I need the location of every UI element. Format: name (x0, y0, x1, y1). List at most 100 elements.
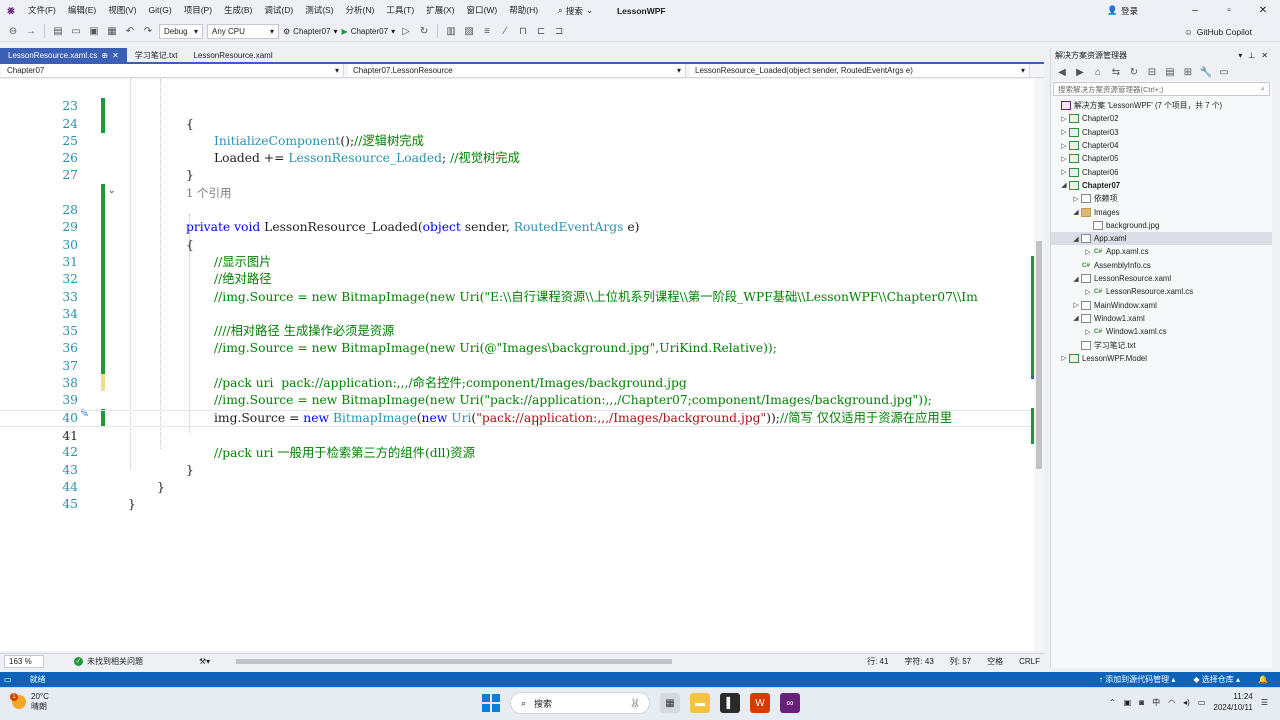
tree-item[interactable]: ◢ LessonResource.xaml (1051, 272, 1273, 285)
menu-build[interactable]: 生成(B) (218, 0, 258, 21)
tree-item[interactable]: ▷ C# LessonResource.xaml.cs (1051, 285, 1273, 298)
terminal-icon[interactable]: ▌ (720, 693, 740, 713)
add-to-source-control[interactable]: ↑ 添加到源代码管理 ▴ (1099, 674, 1175, 685)
tab-lessonresource-xaml[interactable]: LessonResource.xaml (185, 48, 280, 63)
expand-arrow-icon[interactable]: ▷ (1071, 195, 1081, 203)
tree-item[interactable]: C# AssemblyInfo.cs (1051, 259, 1273, 272)
back-icon[interactable]: ◀ (1055, 65, 1069, 79)
editor-vertical-scrollbar[interactable] (1034, 79, 1044, 651)
open-folder-icon[interactable]: ▭ (69, 24, 83, 38)
whitespace-mode[interactable]: 空格 (987, 656, 1003, 667)
bookmark-next-icon[interactable]: ⊐ (552, 24, 566, 38)
pin-icon[interactable]: ⊕ (101, 51, 108, 60)
tray-chevron-icon[interactable]: ⌃ (1109, 698, 1116, 707)
project-dropdown[interactable]: Chapter07 ▾ (2, 64, 344, 77)
menu-debug[interactable]: 调试(D) (258, 0, 299, 21)
expand-arrow-icon[interactable]: ▷ (1071, 301, 1081, 309)
properties-icon[interactable]: 🔧 (1199, 65, 1213, 79)
tree-item[interactable]: ▷ C# App.xaml.cs (1051, 245, 1273, 258)
scrollbar-thumb[interactable] (1036, 241, 1042, 469)
taskbar-search[interactable]: ⌕ 搜索 🐰 (510, 692, 650, 714)
wps-office-icon[interactable]: W (750, 693, 770, 713)
weather-widget[interactable]: 1 20°C 晴朗 (10, 692, 49, 712)
tree-item[interactable]: ◢ App.xaml (1051, 232, 1273, 246)
save-all-icon[interactable]: ▦ (105, 24, 119, 38)
tree-item[interactable]: background.jpg (1051, 219, 1273, 232)
platform-dropdown[interactable]: Any CPU ▾ (207, 23, 279, 39)
zoom-dropdown[interactable]: 163 % (4, 654, 44, 668)
tree-item[interactable]: ▷ Chapter06 (1051, 166, 1273, 179)
login-button[interactable]: 👤 登录 (1107, 5, 1138, 17)
wifi-icon[interactable]: ◠ (1168, 698, 1175, 707)
menu-edit[interactable]: 编辑(E) (62, 0, 102, 21)
menu-help[interactable]: 帮助(H) (503, 0, 544, 21)
expand-arrow-icon[interactable]: ▷ (1059, 354, 1069, 362)
volume-icon[interactable]: ◂) (1183, 698, 1190, 707)
forward-icon[interactable]: ▶ (1073, 65, 1087, 79)
select-repository[interactable]: ◆ 选择仓库 ▴ (1193, 674, 1240, 685)
back-icon[interactable]: ⊖ (6, 24, 20, 38)
show-all-files-icon[interactable]: ▤ (1163, 65, 1177, 79)
expand-arrow-icon[interactable]: ◢ (1059, 181, 1069, 189)
task-view-icon[interactable]: ▦ (660, 693, 680, 713)
hot-reload-icon[interactable]: ↻ (417, 24, 431, 38)
tree-item[interactable]: ▷ MainWindow.xaml (1051, 299, 1273, 312)
menu-view[interactable]: 视图(V) (102, 0, 142, 21)
startup-project-dropdown[interactable]: ⚙ Chapter07 ▾ (283, 27, 338, 36)
file-explorer-icon[interactable]: ▬ (690, 693, 710, 713)
close-icon[interactable]: ✕ (112, 51, 119, 60)
menu-project[interactable]: 项目(P) (178, 0, 218, 21)
refresh-icon[interactable]: ↻ (1127, 65, 1141, 79)
maximize-button[interactable]: ▫ (1212, 5, 1246, 16)
home-icon[interactable]: ⌂ (1091, 65, 1105, 79)
global-search[interactable]: ⌕ 搜索 ⌄ (552, 5, 599, 17)
tree-item[interactable]: ◢ Chapter07 (1051, 179, 1273, 192)
code-editor[interactable]: ⌄ ✎ 23 { 24 InitializeComponent();//逻辑树完… (0, 79, 1034, 651)
undo-icon[interactable]: ↶ (123, 24, 137, 38)
visual-studio-icon[interactable]: ∞ (780, 693, 800, 713)
filter-icon[interactable]: ⊞ (1181, 65, 1195, 79)
menu-file[interactable]: 文件(F) (22, 0, 62, 21)
bookmark-icon[interactable]: ⊓ (516, 24, 530, 38)
expand-arrow-icon[interactable]: ▷ (1059, 155, 1069, 163)
new-item-icon[interactable]: ▤ (51, 24, 65, 38)
close-icon[interactable]: ✕ (1261, 51, 1268, 60)
expand-arrow-icon[interactable]: ◢ (1071, 275, 1081, 283)
expand-arrow-icon[interactable]: ▷ (1059, 128, 1069, 136)
solution-explorer-scrollbar[interactable] (1272, 48, 1280, 668)
line-ending[interactable]: CRLF (1019, 657, 1040, 666)
nvidia-icon[interactable]: ◙ (1139, 698, 1144, 707)
notification-icon[interactable]: ☰ (1261, 698, 1268, 707)
class-dropdown[interactable]: Chapter07.LessonResource ▾ (348, 64, 686, 77)
solution-search-input[interactable]: 搜索解决方案资源管理器(Ctrl+;) ⌕ (1053, 82, 1270, 96)
battery-icon[interactable]: ▭ (1198, 698, 1206, 707)
bookmark-prev-icon[interactable]: ⊏ (534, 24, 548, 38)
minimize-button[interactable]: – (1178, 5, 1212, 16)
scrollbar-thumb[interactable] (236, 659, 672, 664)
run-button[interactable]: ▶ Chapter07 ▾ (342, 27, 396, 36)
menu-extensions[interactable]: 扩展(X) (420, 0, 460, 21)
expand-arrow-icon[interactable]: ▷ (1059, 168, 1069, 176)
sync-icon[interactable]: ⇆ (1109, 65, 1123, 79)
menu-tools[interactable]: 工具(T) (380, 0, 420, 21)
member-dropdown[interactable]: LessonResource_Loaded(object sender, Rou… (690, 64, 1030, 77)
expand-arrow-icon[interactable]: ◢ (1071, 235, 1081, 243)
tree-item[interactable]: ▷ C# Window1.xaml.cs (1051, 325, 1273, 338)
tree-item[interactable]: ▷ LessonWPF.Model (1051, 352, 1273, 365)
tree-solution-node[interactable]: 解决方案 'LessonWPF' (7 个项目，共 7 个) (1051, 99, 1273, 112)
expand-arrow-icon[interactable]: ▷ (1059, 115, 1069, 123)
format-icon[interactable]: ≡ (480, 24, 494, 38)
tree-item[interactable]: 学习笔记.txt (1051, 338, 1273, 351)
brush-icon[interactable]: ⚒▾ (199, 657, 210, 666)
tree-item[interactable]: ▷ Chapter05 (1051, 152, 1273, 165)
menu-test[interactable]: 测试(S) (299, 0, 339, 21)
toolbox-icon[interactable]: ▥ (444, 24, 458, 38)
tree-item[interactable]: ▷ Chapter02 (1051, 112, 1273, 125)
expand-arrow-icon[interactable]: ▷ (1083, 328, 1093, 336)
collapse-all-icon[interactable]: ⊟ (1145, 65, 1159, 79)
tree-item[interactable]: ◢ Window1.xaml (1051, 312, 1273, 325)
run-without-debug-icon[interactable]: ▷ (399, 24, 413, 38)
layout-icon[interactable]: ▧ (462, 24, 476, 38)
expand-arrow-icon[interactable]: ◢ (1071, 208, 1081, 216)
tree-item[interactable]: ▷ Chapter03 (1051, 126, 1273, 139)
